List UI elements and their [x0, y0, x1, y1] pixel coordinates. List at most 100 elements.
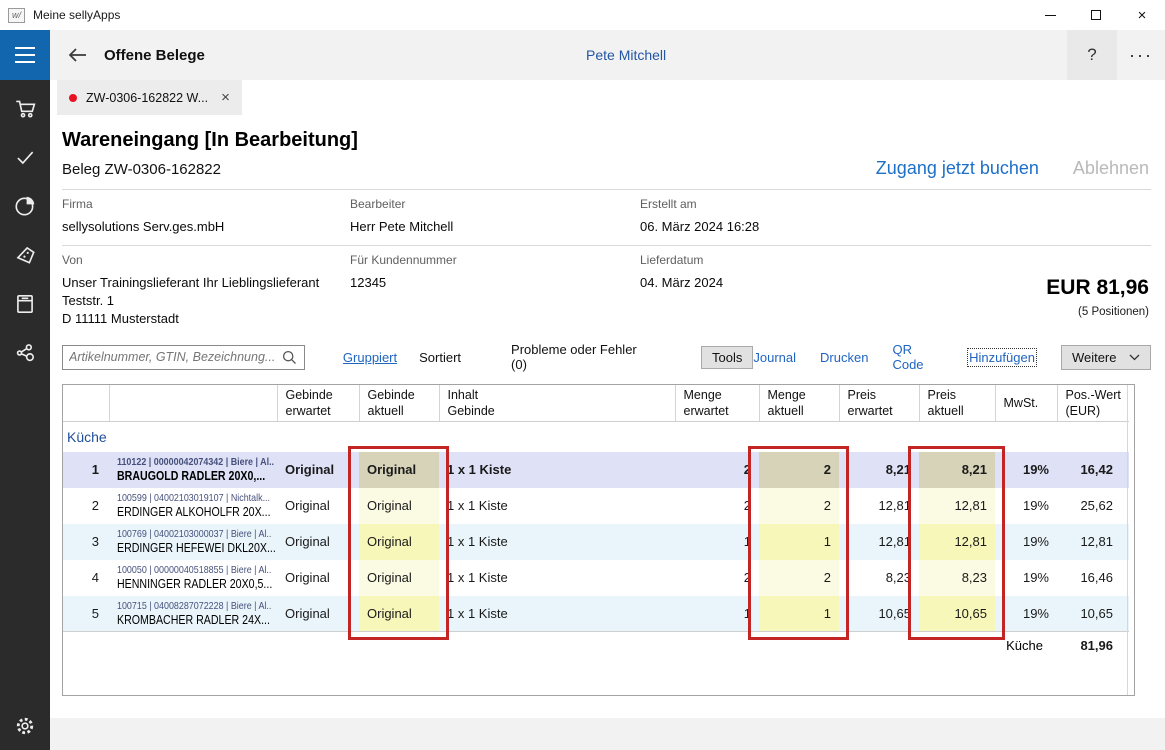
- menge-aktuell-cell[interactable]: 2: [759, 487, 839, 524]
- tab-strip: ZW-0306-162822 W... ×: [50, 80, 1165, 115]
- print-link[interactable]: Drucken: [820, 350, 868, 365]
- sidebar-item-share[interactable]: [13, 341, 37, 365]
- fields-row-1: Firma sellysolutions Serv.ges.mbH Bearbe…: [62, 190, 1151, 246]
- field-label: Firma: [62, 197, 93, 211]
- sidebar-item-catalog[interactable]: [13, 292, 37, 316]
- table-row[interactable]: 1 110122 | 00000042074342 | Biere | Al..…: [63, 451, 1129, 488]
- field-kundennummer: Für Kundennummer 12345: [350, 253, 640, 328]
- group-row-kueche[interactable]: Küche: [63, 422, 1129, 452]
- field-label: Von: [62, 253, 83, 267]
- help-button[interactable]: ?: [1067, 30, 1117, 80]
- preis-aktuell-cell[interactable]: 12,81: [919, 487, 995, 524]
- hamburger-menu-button[interactable]: [0, 30, 50, 80]
- field-label: Für Kundennummer: [350, 253, 457, 267]
- sidebar-nav: [0, 80, 50, 750]
- reject-button[interactable]: Ablehnen: [1073, 158, 1149, 179]
- minimize-button[interactable]: [1027, 0, 1073, 30]
- sidebar-item-reports[interactable]: [13, 194, 37, 218]
- gebinde-aktuell-cell[interactable]: Original: [359, 523, 439, 560]
- close-button[interactable]: ×: [1119, 0, 1165, 30]
- menge-aktuell-cell[interactable]: 1: [759, 595, 839, 632]
- col-position: [63, 385, 110, 422]
- positions-count: (5 Positionen): [1078, 306, 1149, 318]
- window-titlebar: w/ Meine sellyApps ×: [0, 0, 1165, 30]
- table-row[interactable]: 3 100769 | 04002103000037 | Biere | Al..…: [63, 523, 1129, 560]
- document-title: Wareneingang [In Bearbeitung]: [62, 129, 358, 151]
- more-dropdown-button[interactable]: Weitere: [1060, 344, 1151, 370]
- field-label: Lieferdatum: [640, 253, 704, 267]
- sidebar-item-tasks[interactable]: [13, 145, 37, 169]
- app-header: Offene Belege Pete Mitchell ? ···: [0, 30, 1165, 80]
- fields-row-2: Von Unser Trainingslieferant Ihr Lieblin…: [62, 246, 1151, 338]
- preis-aktuell-cell[interactable]: 8,23: [919, 559, 995, 596]
- field-value: Herr Pete Mitchell: [350, 219, 454, 234]
- scrollbar-gutter[interactable]: [1127, 385, 1128, 695]
- user-name-link[interactable]: Pete Mitchell: [586, 47, 666, 63]
- more-options-button[interactable]: ···: [1117, 30, 1165, 80]
- preis-aktuell-cell[interactable]: 12,81: [919, 523, 995, 560]
- col-mwst: MwSt.: [995, 385, 1058, 422]
- col-article: [109, 385, 278, 422]
- main-area: ZW-0306-162822 W... × Wareneingang [In B…: [50, 80, 1165, 750]
- gebinde-aktuell-cell[interactable]: Original: [359, 451, 439, 488]
- group-label: Küche: [67, 428, 107, 445]
- positions-toolbar: Gruppiert Sortiert Probleme oder Fehler …: [62, 342, 1151, 372]
- menge-aktuell-cell[interactable]: 1: [759, 523, 839, 560]
- book-receipt-button[interactable]: Zugang jetzt buchen: [876, 158, 1039, 179]
- preis-aktuell-cell[interactable]: 8,21: [919, 451, 995, 488]
- sorted-toggle[interactable]: Sortiert: [419, 350, 461, 365]
- grouped-toggle[interactable]: Gruppiert: [343, 350, 397, 365]
- col-preis-aktuell: Preis aktuell: [919, 385, 996, 422]
- tools-button[interactable]: Tools: [701, 345, 754, 369]
- gebinde-aktuell-cell[interactable]: Original: [359, 595, 439, 632]
- qr-code-link[interactable]: QR Code: [892, 342, 945, 372]
- gebinde-aktuell-cell[interactable]: Original: [359, 487, 439, 524]
- problems-filter[interactable]: Probleme oder Fehler (0): [511, 342, 655, 372]
- field-label: Bearbeiter: [350, 197, 406, 211]
- document-content: Wareneingang [In Bearbeitung] Beleg ZW-0…: [50, 128, 1165, 696]
- positions-table: Gebinde erwartet Gebinde aktuell Inhalt Geb…: [63, 385, 1129, 659]
- field-value: Unser Trainingslieferant Ihr Lieblingsli…: [62, 275, 320, 326]
- sidebar-item-cart[interactable]: [13, 96, 37, 120]
- group-sum-label: Küche: [63, 631, 1057, 659]
- maximize-button[interactable]: [1073, 0, 1119, 30]
- total-amount: EUR 81,96: [1046, 276, 1149, 299]
- tag-icon: [16, 246, 35, 264]
- tab-document[interactable]: ZW-0306-162822 W... ×: [57, 80, 242, 115]
- field-value: sellysolutions Serv.ges.mbH: [62, 219, 225, 234]
- table-row[interactable]: 4 100050 | 00000040518855 | Biere | Al..…: [63, 559, 1129, 596]
- status-strip: [50, 718, 1165, 750]
- field-bearbeiter: Bearbeiter Herr Pete Mitchell: [350, 197, 640, 236]
- table-row[interactable]: 5 100715 | 04008287072228 | Biere | Al..…: [63, 595, 1129, 632]
- journal-link[interactable]: Journal: [753, 350, 796, 365]
- sidebar-item-settings[interactable]: [13, 714, 37, 738]
- help-icon: ?: [1087, 45, 1097, 64]
- col-inhalt-gebinde: Inhalt Gebinde: [439, 385, 676, 422]
- tab-close-icon[interactable]: ×: [221, 89, 230, 106]
- positions-table-container: Gebinde erwartet Gebinde aktuell Inhalt Geb…: [62, 384, 1135, 696]
- menge-aktuell-cell[interactable]: 2: [759, 451, 839, 488]
- minimize-icon: [1044, 14, 1056, 16]
- back-button[interactable]: [62, 40, 92, 70]
- col-menge-aktuell: Menge aktuell: [759, 385, 840, 422]
- preis-aktuell-cell[interactable]: 10,65: [919, 595, 995, 632]
- table-row[interactable]: 2 100599 | 04002103019107 | Nichtalk... E…: [63, 487, 1129, 524]
- share-network-icon: [16, 344, 34, 362]
- article-cell: 110122 | 00000042074342 | Biere | Al.. BR…: [117, 456, 275, 483]
- menge-aktuell-cell[interactable]: 2: [759, 559, 839, 596]
- col-pos-wert: Pos.-Wert (EUR): [1057, 385, 1129, 422]
- gebinde-aktuell-cell[interactable]: Original: [359, 559, 439, 596]
- hamburger-icon: [15, 47, 35, 49]
- sidebar-item-prices[interactable]: [13, 243, 37, 267]
- article-cell: 100050 | 00000040518855 | Biere | Al.. HE…: [117, 564, 273, 591]
- add-link[interactable]: Hinzufügen: [967, 347, 1037, 367]
- article-cell: 100769 | 04002103000037 | Biere | Al.. ER…: [117, 528, 276, 555]
- search-box[interactable]: [62, 344, 305, 370]
- field-von: Von Unser Trainingslieferant Ihr Lieblin…: [62, 253, 350, 328]
- chevron-down-icon: [1129, 354, 1140, 360]
- search-icon[interactable]: [282, 350, 297, 365]
- pie-chart-icon: [15, 196, 35, 216]
- col-gebinde-erwartet: Gebinde erwartet: [277, 385, 360, 422]
- field-value: 12345: [350, 275, 387, 290]
- search-input[interactable]: [63, 350, 282, 364]
